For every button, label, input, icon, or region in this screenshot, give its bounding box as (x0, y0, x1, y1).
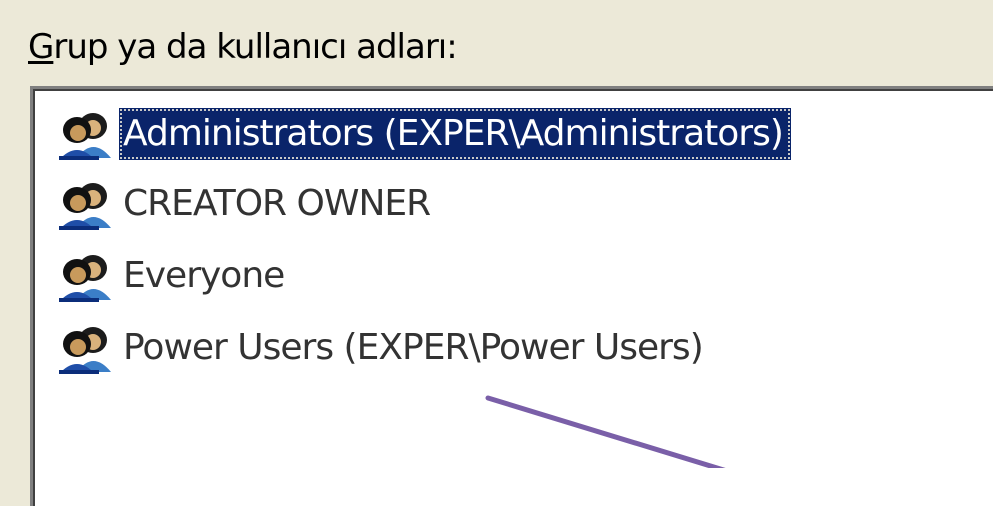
list-item-label: Everyone (123, 255, 285, 296)
list-item-everyone[interactable]: Everyone (53, 245, 292, 307)
label-text: rup ya da kullanıcı adları: (53, 27, 457, 67)
users-group-icon (59, 113, 111, 160)
users-group-icon (59, 327, 111, 374)
list-item-label: Power Users (EXPER\Power Users) (123, 327, 704, 368)
list-item-creator-owner[interactable]: CREATOR OWNER (53, 173, 438, 235)
group-or-user-list[interactable]: Administrators (EXPER\Administrators) CR… (30, 86, 993, 506)
users-group-icon (59, 183, 111, 230)
users-group-icon (59, 255, 111, 302)
list-item-administrators[interactable]: Administrators (EXPER\Administrators) (53, 103, 791, 165)
access-key-letter: G (28, 27, 54, 67)
list-item-power-users[interactable]: Power Users (EXPER\Power Users) (53, 317, 711, 379)
list-item-label: Administrators (EXPER\Administrators) (119, 108, 791, 160)
group-or-user-names-label: Grup ya da kullanıcı adları: (28, 27, 458, 67)
list-item-label: CREATOR OWNER (123, 183, 431, 224)
